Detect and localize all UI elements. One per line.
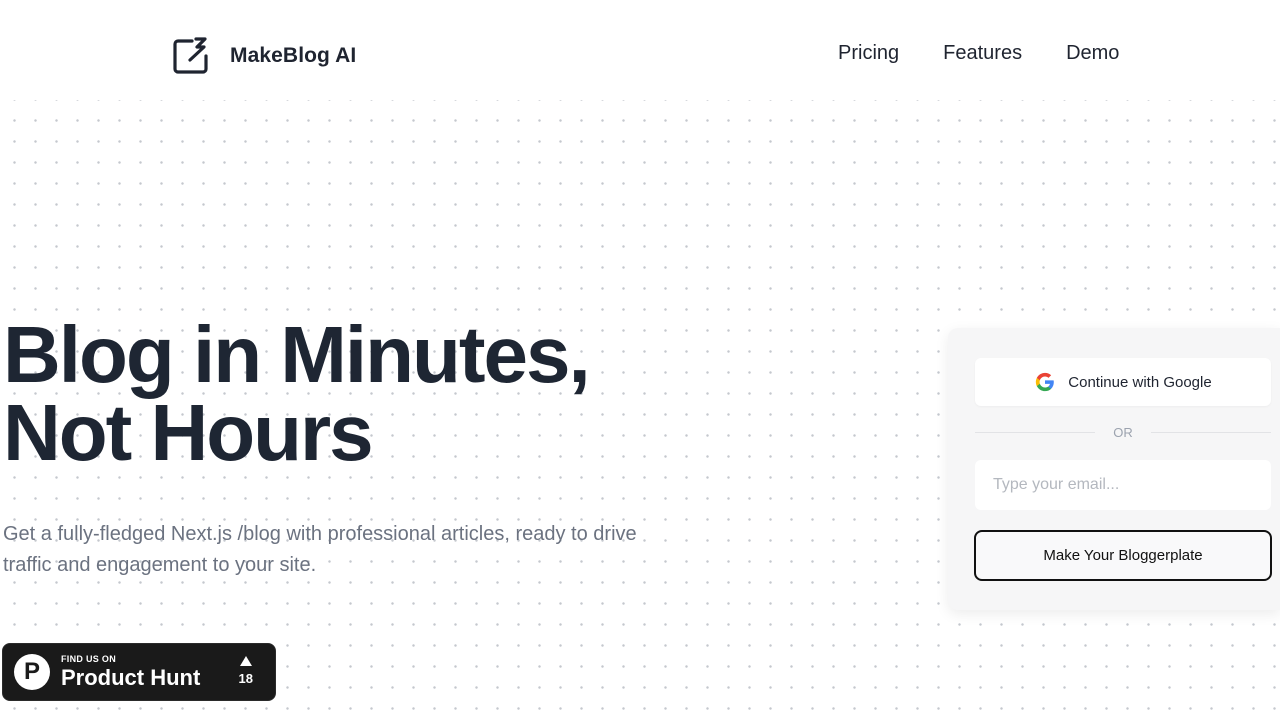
hero-subtitle: Get a fully-fledged Next.js /blog with p… bbox=[3, 523, 637, 576]
product-hunt-label: Product Hunt bbox=[61, 664, 201, 690]
upvote-arrow-icon bbox=[239, 656, 252, 666]
product-hunt-votes: 18 bbox=[239, 656, 253, 686]
nav-features[interactable]: Features bbox=[943, 42, 1022, 65]
site-header: MakeBlog AI Pricing Features Demo bbox=[0, 0, 1280, 100]
email-input[interactable] bbox=[975, 460, 1271, 510]
brand-name: MakeBlog AI bbox=[230, 44, 357, 67]
pencil-box-icon bbox=[173, 37, 208, 74]
or-divider: OR bbox=[975, 424, 1271, 440]
product-hunt-small-label: FIND US ON bbox=[61, 653, 117, 664]
google-icon bbox=[1036, 372, 1055, 392]
google-button-label: Continue with Google bbox=[1068, 373, 1212, 391]
make-bloggerplate-button[interactable]: Make Your Bloggerplate bbox=[974, 530, 1272, 581]
or-label: OR bbox=[1113, 424, 1133, 440]
nav-demo[interactable]: Demo bbox=[1066, 42, 1119, 65]
vote-count: 18 bbox=[238, 671, 253, 686]
hero-title-line-1: Blog in Minutes, bbox=[3, 310, 591, 399]
nav-pricing[interactable]: Pricing bbox=[838, 42, 899, 65]
brand-home-link[interactable]: MakeBlog AI bbox=[170, 36, 356, 76]
continue-with-google-button[interactable]: Continue with Google bbox=[975, 358, 1271, 406]
divider-line-right bbox=[1150, 431, 1271, 433]
main-nav: Pricing Features Demo bbox=[838, 42, 1163, 65]
product-hunt-icon: P bbox=[14, 654, 50, 690]
product-hunt-text: FIND US ON Product Hunt bbox=[61, 654, 200, 691]
hero-title-line-2: Not Hours bbox=[3, 388, 374, 477]
product-hunt-badge[interactable]: P FIND US ON Product Hunt 18 bbox=[2, 643, 276, 701]
divider-line-left bbox=[975, 431, 1096, 433]
hero-title: Blog in Minutes, Not Hours bbox=[3, 310, 591, 477]
signup-card: Continue with Google OR Make Your Blogge… bbox=[948, 328, 1280, 610]
